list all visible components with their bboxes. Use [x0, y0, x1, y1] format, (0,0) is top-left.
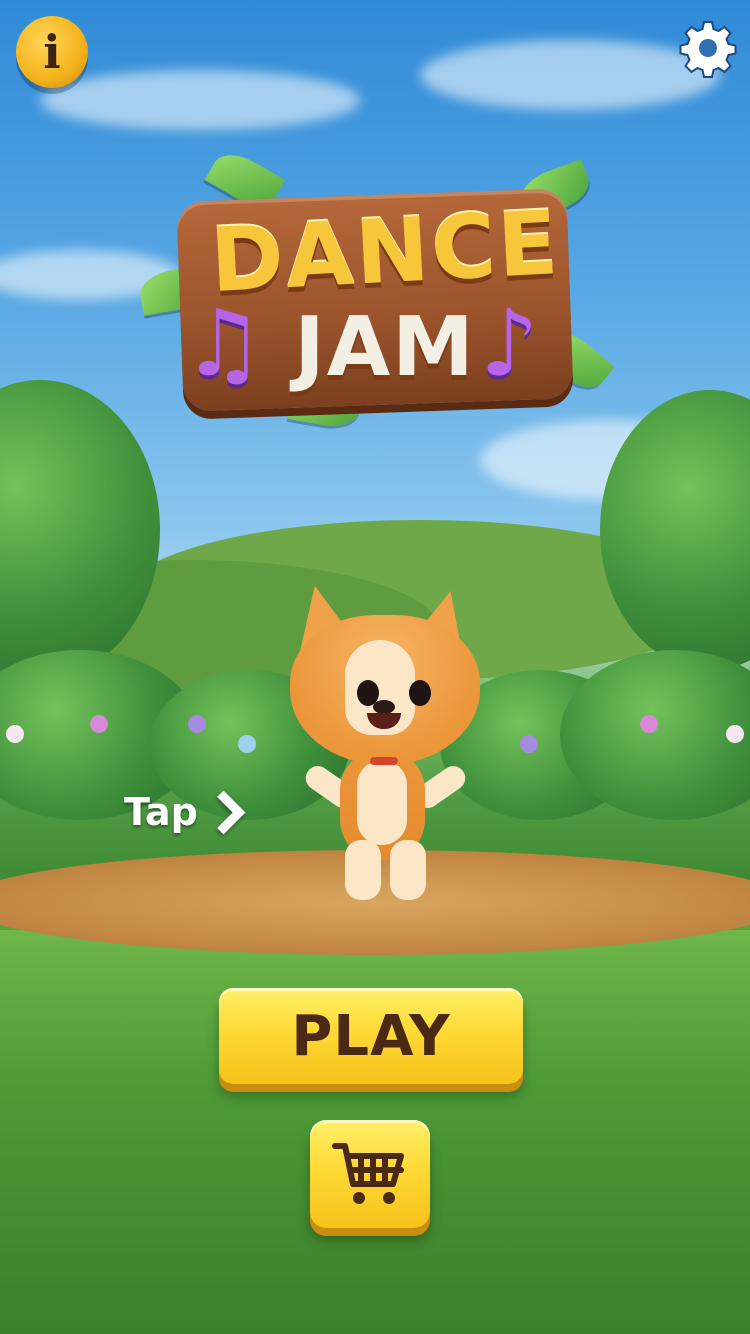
- tap-hint-label: Tap: [124, 790, 198, 834]
- gear-icon[interactable]: [678, 18, 738, 78]
- game-main-menu: i DANCE JAM ♫ ♪ Tap PLAY: [0, 0, 750, 1334]
- cloud: [420, 40, 720, 110]
- info-icon: i: [43, 25, 61, 79]
- dog-eye: [409, 680, 431, 706]
- cloud: [40, 70, 360, 130]
- chevron-right-icon: [201, 790, 246, 834]
- music-note-icon: ♫: [182, 290, 265, 397]
- shopping-cart-icon: [332, 1143, 404, 1204]
- flower: [520, 735, 538, 753]
- game-logo: DANCE JAM ♫ ♪: [137, 145, 615, 431]
- dog-collar: [370, 757, 398, 765]
- dog-leg: [345, 840, 381, 900]
- dog-leg: [390, 840, 426, 900]
- tap-hint: Tap: [124, 790, 246, 834]
- flower: [188, 715, 206, 733]
- info-button[interactable]: i: [16, 16, 88, 88]
- flower: [238, 735, 256, 753]
- play-button-label: PLAY: [291, 1003, 451, 1069]
- corgi-character[interactable]: [283, 579, 485, 905]
- dog-nose: [373, 700, 395, 714]
- play-button[interactable]: PLAY: [219, 988, 523, 1084]
- flower: [90, 715, 108, 733]
- music-note-icon: ♪: [480, 290, 539, 397]
- flower: [640, 715, 658, 733]
- flower: [726, 725, 744, 743]
- flower: [6, 725, 24, 743]
- dog-belly: [357, 760, 407, 845]
- shop-button[interactable]: [310, 1120, 430, 1228]
